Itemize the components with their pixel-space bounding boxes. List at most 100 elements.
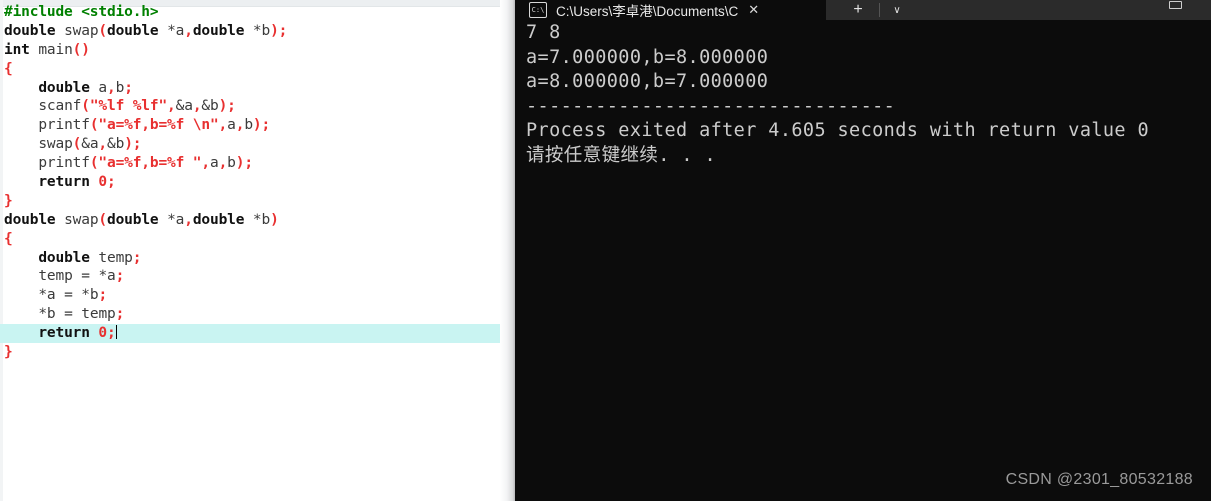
code-token-punct: , <box>201 155 210 172</box>
code-token-punct: ; <box>115 268 125 285</box>
code-text-area[interactable]: #include <stdio.h> double swap(double *a,… <box>0 3 515 501</box>
chevron-down-icon[interactable]: ∨ <box>880 0 914 20</box>
code-line[interactable]: #include <stdio.h> <box>0 3 515 22</box>
code-token-punct: ; <box>124 79 133 96</box>
code-line[interactable]: printf("a=%f,b=%f \n",a,b); <box>0 116 515 135</box>
code-token-op: *a <box>167 22 185 39</box>
new-tab-button[interactable]: + <box>837 0 879 20</box>
code-line[interactable]: double swap(double *a,double *b); <box>0 22 515 41</box>
code-token-punct: , <box>218 155 228 172</box>
code-line[interactable]: return 0; <box>0 173 515 192</box>
code-token-id: printf <box>38 155 90 172</box>
code-token-brace: { <box>4 60 13 77</box>
code-token-id: a <box>98 79 107 96</box>
code-token-punct: ( <box>98 22 107 39</box>
code-token-kw: return <box>38 174 90 191</box>
code-token-brace: } <box>4 344 13 361</box>
code-token-num: 0 <box>98 174 107 191</box>
code-token-id: temp <box>38 268 73 285</box>
code-token-id: swap <box>38 136 73 153</box>
code-line[interactable]: return 0; <box>0 324 515 344</box>
text-cursor <box>115 325 117 340</box>
code-token-id: main <box>38 41 73 58</box>
code-line[interactable]: *a = *b; <box>0 286 515 305</box>
screen-root: #include <stdio.h> double swap(double *a,… <box>0 0 1211 501</box>
code-token-punct: , <box>167 98 176 115</box>
code-token-op: *b <box>252 211 271 228</box>
csdn-watermark: CSDN @2301_80532188 <box>1005 471 1193 488</box>
minimize-icon[interactable] <box>1152 0 1198 20</box>
code-line[interactable]: double a,b; <box>0 79 515 98</box>
code-line[interactable]: temp = *a; <box>0 267 515 286</box>
code-token-op: &a <box>81 136 99 153</box>
code-token-kw: int <box>4 41 30 58</box>
code-token-id: a <box>227 117 236 134</box>
code-line[interactable]: int main() <box>0 41 515 60</box>
code-line[interactable]: } <box>0 192 515 211</box>
code-token-kw: double <box>4 211 56 228</box>
close-icon[interactable]: ✕ <box>748 2 759 18</box>
code-token-brace: { <box>4 230 13 247</box>
terminal-output-line: 请按任意键继续. . . <box>526 144 716 166</box>
code-token-punct: ( <box>81 98 90 115</box>
terminal-output-line: -------------------------------- <box>526 95 896 117</box>
code-token-id: a <box>209 155 219 172</box>
code-token-id: b <box>244 117 253 134</box>
code-token-kw: double <box>4 22 56 39</box>
code-line[interactable]: double swap(double *a,double *b) <box>0 211 515 230</box>
code-line[interactable]: } <box>0 343 515 362</box>
code-token-pre: #include <stdio.h> <box>4 4 159 20</box>
code-token-punct: ; <box>107 174 116 191</box>
code-token-op: *b <box>81 287 99 304</box>
code-token-op: *b <box>38 306 56 323</box>
code-token-str: "%lf %lf" <box>89 98 168 115</box>
code-token-punct: , <box>107 79 116 96</box>
code-line[interactable]: { <box>0 230 515 249</box>
code-editor-panel[interactable]: #include <stdio.h> double swap(double *a,… <box>0 0 515 501</box>
terminal-output-line: Process exited after 4.605 seconds with … <box>526 120 1150 141</box>
code-token-kw: double <box>192 22 245 39</box>
code-token-punct: ( <box>98 211 107 228</box>
minimize-glyph <box>1168 1 1182 9</box>
code-token-punct: ); <box>235 155 253 172</box>
code-line[interactable]: swap(&a,&b); <box>0 135 515 154</box>
code-line[interactable]: { <box>0 60 515 79</box>
code-token-id: scanf <box>38 98 82 115</box>
code-token-kw: double <box>192 211 245 228</box>
code-token-punct: ; <box>132 249 142 266</box>
code-token-id: swap <box>64 22 99 39</box>
terminal-output-line: a=8.000000,b=7.000000 <box>526 71 769 92</box>
code-line[interactable]: printf("a=%f,b=%f ",a,b); <box>0 154 515 173</box>
console-cmd-icon: C:\ <box>529 2 547 18</box>
terminal-panel[interactable]: C:\ C:\Users\李卓港\Documents\C ✕ + ∨ 7 8 a=… <box>515 0 1211 501</box>
code-token-punct: () <box>72 41 90 58</box>
terminal-tab-bar: C:\ C:\Users\李卓港\Documents\C ✕ + ∨ <box>515 0 1211 20</box>
terminal-tab-title: C:\Users\李卓港\Documents\C <box>556 4 739 19</box>
code-line[interactable]: scanf("%lf %lf",&a,&b); <box>0 97 515 116</box>
code-token-punct: , <box>184 211 193 228</box>
code-token-op: &a <box>175 98 193 115</box>
code-token-punct: ) <box>270 211 279 228</box>
code-line[interactable]: *b = temp; <box>0 305 515 324</box>
code-token-punct: , <box>184 22 193 39</box>
code-token-str: "a=%f,b=%f \n" <box>98 117 219 134</box>
terminal-tab-active[interactable]: C:\ C:\Users\李卓港\Documents\C ✕ <box>515 0 826 20</box>
code-token-kw: double <box>38 249 90 266</box>
code-token-punct: ; <box>107 325 116 342</box>
terminal-output[interactable]: 7 8 a=7.000000,b=8.000000 a=8.000000,b=7.0… <box>515 20 1211 501</box>
code-line[interactable]: double temp; <box>0 249 515 268</box>
code-token-kw: double <box>107 211 159 228</box>
